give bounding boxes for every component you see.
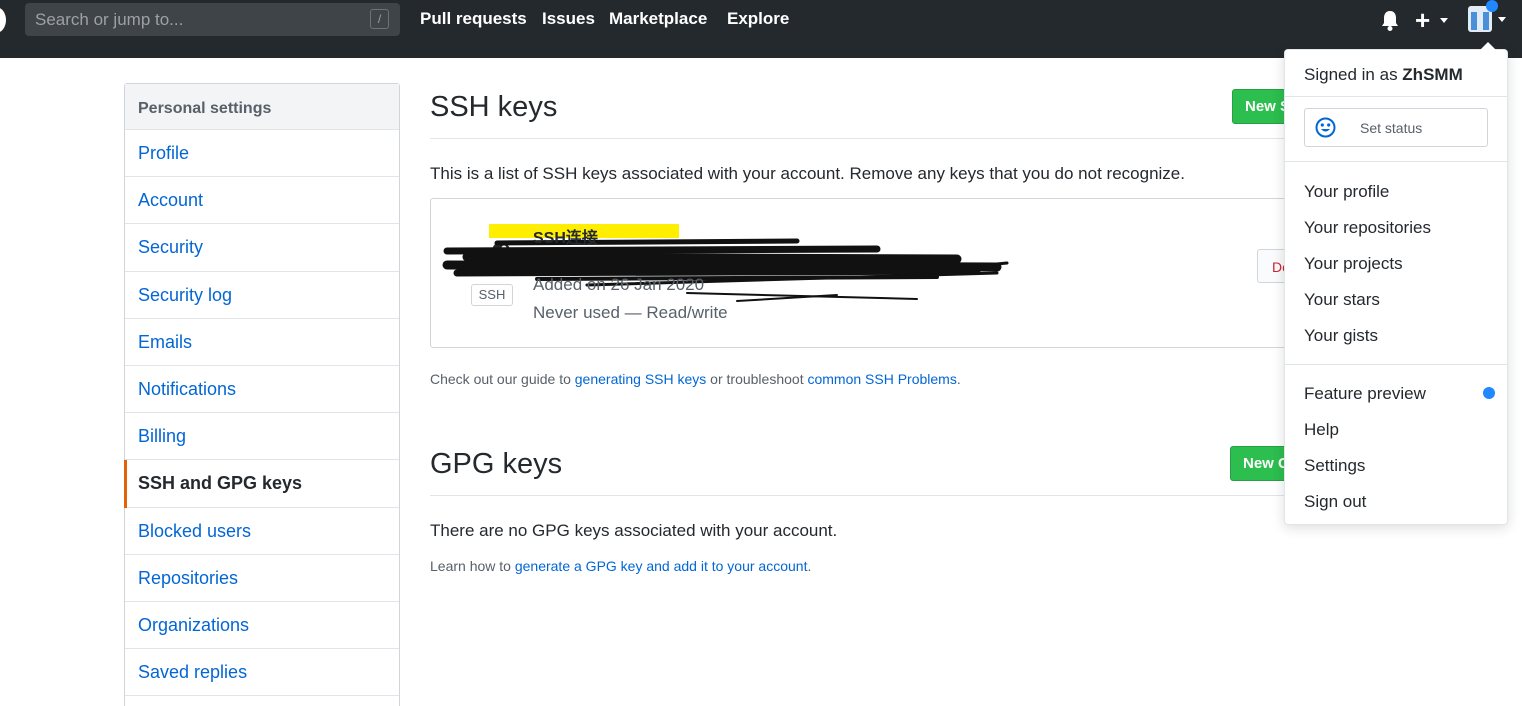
ssh-help-middle: or troubleshoot (706, 371, 808, 387)
github-logo[interactable] (0, 7, 6, 33)
menu-your-profile[interactable]: Your profile (1304, 182, 1389, 202)
menu-settings[interactable]: Settings (1304, 456, 1365, 476)
nav-explore[interactable]: Explore (727, 9, 789, 29)
divider (1285, 364, 1507, 365)
divider (430, 495, 1300, 496)
gpg-help-prefix: Learn how to (430, 558, 515, 574)
sidebar-item-billing[interactable]: Billing (125, 413, 399, 461)
chevron-down-icon (1498, 17, 1506, 22)
new-ssh-key-button[interactable]: New SSH key (1232, 89, 1292, 124)
feature-preview-dot (1483, 387, 1495, 399)
gpg-help-text: Learn how to generate a GPG key and add … (430, 558, 811, 574)
ssh-keys-title: SSH keys (430, 91, 558, 123)
search-input[interactable]: Search or jump to... / (25, 3, 400, 36)
search-shortcut-hint: / (370, 9, 389, 29)
signed-in-prefix: Signed in as (1304, 65, 1403, 84)
sidebar-item-repositories[interactable]: Repositories (125, 555, 399, 602)
sidebar-item-notifications[interactable]: Notifications (125, 366, 399, 414)
new-gpg-key-button[interactable]: New GPG key (1230, 446, 1292, 481)
settings-sidebar: Personal settings Profile Account Securi… (124, 83, 400, 706)
sidebar-item-blocked-users[interactable]: Blocked users (125, 508, 399, 555)
smiley-icon (1315, 117, 1336, 138)
ssh-description: This is a list of SSH keys associated wi… (430, 164, 1185, 183)
sidebar-item-security[interactable]: Security (125, 224, 399, 272)
generate-gpg-key-link[interactable]: generate a GPG key and add it to your ac… (515, 558, 808, 574)
bell-icon[interactable] (1380, 10, 1400, 32)
notification-dot (1486, 0, 1498, 12)
sidebar-item-organizations[interactable]: Organizations (125, 602, 399, 650)
chevron-down-icon (1440, 18, 1448, 23)
sidebar-heading: Personal settings (125, 84, 399, 130)
signed-in-as: Signed in as ZhSMM (1304, 65, 1463, 85)
menu-help[interactable]: Help (1304, 420, 1339, 440)
set-status-button[interactable]: Set status (1304, 108, 1488, 147)
common-ssh-problems-link[interactable]: common SSH Problems (807, 371, 956, 387)
nav-marketplace[interactable]: Marketplace (609, 9, 707, 29)
menu-your-stars[interactable]: Your stars (1304, 290, 1380, 310)
gpg-empty-message: There are no GPG keys associated with yo… (430, 521, 838, 540)
sidebar-item-security-log[interactable]: Security log (125, 272, 399, 319)
generating-ssh-keys-link[interactable]: generating SSH keys (575, 371, 707, 387)
nav-pull-requests[interactable]: Pull requests (420, 9, 527, 29)
menu-sign-out[interactable]: Sign out (1304, 492, 1366, 512)
nav-issues[interactable]: Issues (542, 9, 595, 29)
sidebar-item-saved-replies[interactable]: Saved replies (125, 649, 399, 697)
menu-your-repositories[interactable]: Your repositories (1304, 218, 1431, 238)
sidebar-item-account[interactable]: Account (125, 177, 399, 225)
divider (430, 138, 1300, 139)
set-status-label: Set status (1360, 120, 1423, 136)
sidebar-item-emails[interactable]: Emails (125, 319, 399, 366)
ssh-key-item: SSH连接 SSH Added on 26 Jan 2020 Never use… (430, 198, 1317, 348)
ssh-key-added-date: Added on 26 Jan 2020 (533, 275, 705, 294)
ssh-help-text: Check out our guide to generating SSH ke… (430, 371, 961, 387)
gpg-keys-title: GPG keys (430, 448, 563, 480)
username: ZhSMM (1402, 65, 1463, 84)
user-dropdown-menu: Signed in as ZhSMM Set status Your profi… (1284, 42, 1508, 525)
ssh-key-title: SSH连接 (533, 230, 598, 247)
create-new-icon[interactable]: + (1415, 5, 1430, 35)
ssh-help-suffix: . (956, 371, 961, 387)
divider (1285, 161, 1507, 162)
redaction-scribble (442, 238, 1009, 302)
menu-feature-preview[interactable]: Feature preview (1304, 384, 1426, 404)
sidebar-item-profile[interactable]: Profile (125, 130, 399, 178)
search-placeholder: Search or jump to... (35, 10, 184, 29)
menu-your-gists[interactable]: Your gists (1304, 326, 1378, 346)
ssh-key-usage: Never used — Read/write (533, 303, 728, 322)
menu-your-projects[interactable]: Your projects (1304, 254, 1403, 274)
ssh-help-prefix: Check out our guide to (430, 371, 575, 387)
gpg-help-suffix: . (807, 558, 812, 574)
divider (1285, 96, 1507, 97)
sidebar-item-ssh-gpg-keys[interactable]: SSH and GPG keys (124, 460, 399, 508)
